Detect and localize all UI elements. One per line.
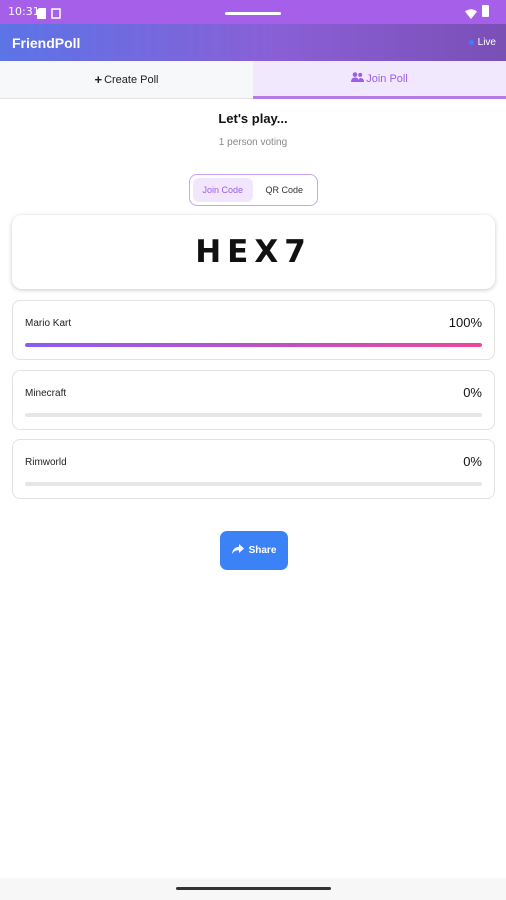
option-progress-track: [25, 343, 482, 347]
gesture-handle[interactable]: [176, 887, 331, 890]
option-name: Rimworld: [25, 457, 67, 468]
option-name: Mario Kart: [25, 318, 72, 329]
share-label: Share: [248, 545, 277, 556]
option-progress-track: [25, 482, 482, 486]
live-dot-icon: [468, 40, 474, 45]
poll-heading: Let's play...: [218, 111, 288, 126]
poll-option-mario-kart[interactable]: Mario Kart 100%: [12, 300, 495, 360]
voters-count: 1 person voting: [218, 137, 288, 148]
tab-join-poll-label: Join Poll: [366, 72, 408, 85]
option-progress-track: [25, 413, 482, 417]
poll-option-rimworld[interactable]: Rimworld 0%: [12, 439, 495, 499]
join-code: HEX7: [195, 234, 312, 270]
share-icon: [231, 543, 244, 558]
wifi-icon: [465, 6, 477, 24]
poll-option-minecraft[interactable]: Minecraft 0%: [12, 370, 495, 430]
status-bar: 10:31: [0, 0, 506, 24]
option-progress-fill: [25, 343, 482, 347]
join-code-option[interactable]: Join Code: [193, 178, 253, 202]
tab-join-poll[interactable]: Join Poll: [253, 61, 506, 99]
option-percent: 100%: [448, 315, 482, 330]
sd-card-icon: [37, 6, 46, 19]
status-time: 10:31: [8, 5, 40, 18]
navigation-bar: [0, 878, 506, 900]
code-view-toggle: Join Code QR Code: [189, 174, 318, 206]
share-button[interactable]: Share: [220, 531, 288, 570]
tab-create-poll[interactable]: + Create Poll: [0, 61, 253, 99]
plus-icon: +: [94, 72, 103, 87]
users-icon: [351, 72, 365, 85]
battery-icon: [482, 5, 489, 17]
screenshot-icon: [51, 6, 61, 19]
tab-bar: + Create Poll Join Poll: [0, 61, 506, 99]
option-percent: 0%: [463, 454, 482, 469]
status-notch: [225, 12, 281, 15]
tab-create-poll-label: Create Poll: [104, 73, 159, 86]
app-title: FriendPoll: [12, 35, 81, 51]
qr-code-option[interactable]: QR Code: [255, 178, 315, 202]
option-name: Minecraft: [25, 388, 67, 399]
app-bar: FriendPoll Live: [0, 24, 506, 61]
live-label: Live: [477, 37, 496, 48]
live-indicator: Live: [468, 37, 496, 48]
option-percent: 0%: [463, 385, 482, 400]
join-code-card: HEX7: [12, 215, 495, 289]
